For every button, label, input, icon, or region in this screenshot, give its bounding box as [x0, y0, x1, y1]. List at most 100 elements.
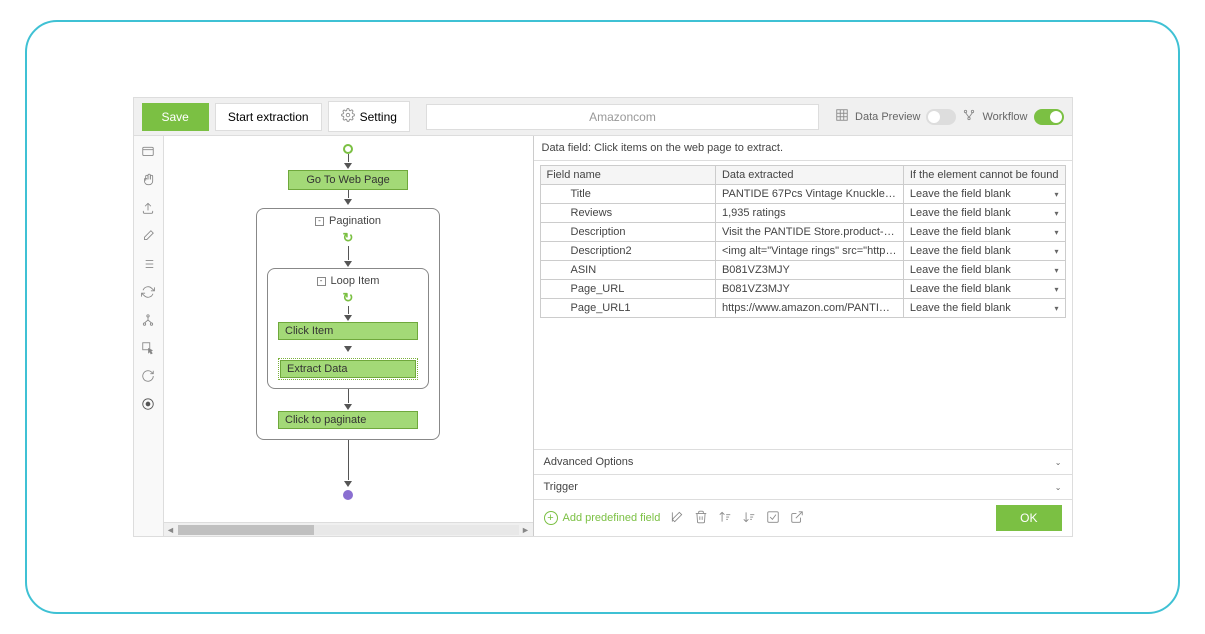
cell-field-name[interactable]: Description [540, 223, 715, 242]
cell-data-extracted[interactable]: <img alt="Vintage rings" src="https... [715, 242, 903, 261]
node-click-to-paginate[interactable]: Click to paginate [278, 411, 418, 429]
sort-desc-icon[interactable] [742, 510, 756, 527]
node-go-to-web-page[interactable]: Go To Web Page [288, 170, 408, 190]
upload-icon[interactable] [138, 198, 158, 218]
table-row[interactable]: TitlePANTIDE 67Pcs Vintage Knuckle ...Le… [540, 185, 1065, 204]
save-button[interactable]: Save [142, 103, 209, 131]
data-preview-label: Data Preview [855, 111, 920, 123]
edit-column-icon[interactable] [670, 510, 684, 527]
external-link-icon[interactable] [790, 510, 804, 527]
trigger-accordion[interactable]: Trigger ⌄ [534, 474, 1072, 499]
cell-field-name[interactable]: Page_URL [540, 280, 715, 299]
col-not-found[interactable]: If the element cannot be found [903, 166, 1065, 185]
advanced-options-accordion[interactable]: Advanced Options ⌄ [534, 449, 1072, 474]
list-icon[interactable] [138, 254, 158, 274]
cell-data-extracted[interactable]: B081VZ3MJY [715, 280, 903, 299]
ok-button[interactable]: OK [996, 505, 1061, 531]
pagination-label: Pagination [329, 215, 381, 227]
table-row[interactable]: Page_URLB081VZ3MJYLeave the field blank▾ [540, 280, 1065, 299]
workflow-canvas[interactable]: Go To Web Page - Pagination ↻ [164, 136, 533, 522]
setting-button[interactable]: Setting [328, 101, 410, 132]
node-pagination-group[interactable]: - Pagination ↻ - Loop Item [256, 208, 440, 440]
chevron-down-icon: ⌄ [1055, 483, 1062, 492]
rotate-icon[interactable] [138, 366, 158, 386]
table-row[interactable]: Page_URL1https://www.amazon.com/PANTIDE.… [540, 299, 1065, 318]
data-fields-table: Field name Data extracted If the element… [540, 165, 1066, 318]
canvas-horizontal-scrollbar[interactable]: ◄ ► [164, 522, 533, 536]
scroll-right-icon[interactable]: ► [519, 525, 533, 535]
cell-fallback-dropdown[interactable]: Leave the field blank▾ [903, 223, 1065, 242]
table-row[interactable]: DescriptionVisit the PANTIDE Store.produ… [540, 223, 1065, 242]
cell-data-extracted[interactable]: PANTIDE 67Pcs Vintage Knuckle ... [715, 185, 903, 204]
collapse-icon[interactable]: - [317, 277, 326, 286]
cell-field-name[interactable]: Page_URL1 [540, 299, 715, 318]
url-display[interactable]: Amazoncom [426, 104, 819, 130]
table-row[interactable]: Description2<img alt="Vintage rings" src… [540, 242, 1065, 261]
scroll-thumb[interactable] [178, 525, 314, 535]
chevron-down-icon: ▾ [1054, 247, 1058, 256]
checkbox-icon[interactable] [766, 510, 780, 527]
plus-circle-icon: + [544, 511, 558, 525]
cell-data-extracted[interactable]: B081VZ3MJY [715, 261, 903, 280]
trigger-label: Trigger [544, 481, 578, 493]
node-extract-data[interactable]: Extract Data [280, 360, 416, 378]
sort-asc-icon[interactable] [718, 510, 732, 527]
cell-data-extracted[interactable]: 1,935 ratings [715, 204, 903, 223]
chevron-down-icon: ▾ [1054, 209, 1058, 218]
bottom-toolbar: + Add predefined field OK [534, 499, 1072, 536]
advanced-options-label: Advanced Options [544, 456, 634, 468]
grid-icon [835, 108, 849, 125]
cell-field-name[interactable]: Title [540, 185, 715, 204]
chevron-down-icon: ▾ [1054, 266, 1058, 275]
cell-fallback-dropdown[interactable]: Leave the field blank▾ [903, 299, 1065, 318]
panel-header: Data field: Click items on the web page … [534, 136, 1072, 161]
start-node-icon[interactable] [343, 144, 353, 154]
browser-icon[interactable] [138, 142, 158, 162]
node-click-item[interactable]: Click Item [278, 322, 418, 340]
loop-item-label: Loop Item [331, 275, 380, 287]
collapse-icon[interactable]: - [315, 217, 324, 226]
node-loop-item-group[interactable]: - Loop Item ↻ Click Item Extract Data [267, 268, 429, 389]
hand-icon[interactable] [138, 170, 158, 190]
start-extraction-button[interactable]: Start extraction [215, 103, 322, 131]
app-window: Save Start extraction Setting Amazoncom … [133, 97, 1073, 537]
chevron-down-icon: ▾ [1054, 304, 1058, 313]
trash-icon[interactable] [694, 510, 708, 527]
cell-fallback-dropdown[interactable]: Leave the field blank▾ [903, 261, 1065, 280]
add-predefined-field-button[interactable]: + Add predefined field [544, 511, 661, 525]
chevron-down-icon: ▾ [1054, 228, 1058, 237]
scroll-left-icon[interactable]: ◄ [164, 525, 178, 535]
chevron-down-icon: ⌄ [1055, 458, 1062, 467]
cell-data-extracted[interactable]: Visit the PANTIDE Store.product-titl... [715, 223, 903, 242]
tree-icon[interactable] [138, 310, 158, 330]
col-data-extracted[interactable]: Data extracted [715, 166, 903, 185]
cell-field-name[interactable]: Description2 [540, 242, 715, 261]
cell-fallback-dropdown[interactable]: Leave the field blank▾ [903, 242, 1065, 261]
chevron-down-icon: ▾ [1054, 190, 1058, 199]
data-preview-toggle[interactable] [926, 109, 956, 125]
add-predefined-label: Add predefined field [563, 512, 661, 524]
edit-icon[interactable] [138, 226, 158, 246]
cell-fallback-dropdown[interactable]: Leave the field blank▾ [903, 185, 1065, 204]
cell-field-name[interactable]: Reviews [540, 204, 715, 223]
refresh-icon[interactable] [138, 282, 158, 302]
data-field-panel: Data field: Click items on the web page … [534, 136, 1072, 536]
loop-icon: ↻ [343, 290, 354, 306]
workflow-toggle[interactable] [1034, 109, 1064, 125]
record-icon[interactable] [138, 394, 158, 414]
workflow-label: Workflow [982, 111, 1027, 123]
table-row[interactable]: ASINB081VZ3MJYLeave the field blank▾ [540, 261, 1065, 280]
cell-fallback-dropdown[interactable]: Leave the field blank▾ [903, 280, 1065, 299]
cursor-box-icon[interactable] [138, 338, 158, 358]
top-toolbar: Save Start extraction Setting Amazoncom … [134, 98, 1072, 136]
table-row[interactable]: Reviews1,935 ratingsLeave the field blan… [540, 204, 1065, 223]
cell-field-name[interactable]: ASIN [540, 261, 715, 280]
loop-icon: ↻ [343, 230, 354, 246]
end-node-icon[interactable] [343, 490, 353, 500]
cell-fallback-dropdown[interactable]: Leave the field blank▾ [903, 204, 1065, 223]
cell-data-extracted[interactable]: https://www.amazon.com/PANTIDE... [715, 299, 903, 318]
left-icon-rail [134, 136, 164, 536]
col-field-name[interactable]: Field name [540, 166, 715, 185]
setting-label: Setting [360, 110, 397, 124]
gear-icon [341, 108, 355, 125]
